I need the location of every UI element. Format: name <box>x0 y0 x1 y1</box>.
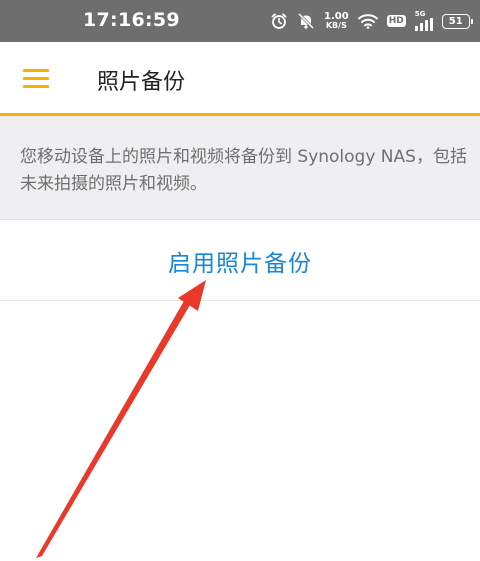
signal-icon: 5G <box>414 10 433 31</box>
battery-level: 51 <box>448 15 463 27</box>
net-speed: 1.00 KB/S <box>324 12 349 30</box>
hd-icon: HD <box>386 15 406 27</box>
battery-icon: 51 <box>441 13 473 29</box>
alarm-icon <box>270 12 288 30</box>
enable-photo-backup-label: 启用照片备份 <box>168 250 312 277</box>
signal-label: 5G <box>414 10 426 18</box>
app-bar: 照片备份 <box>0 42 480 116</box>
status-bar: 17:16:59 1.00 KB/S HD 5G 51 <box>0 0 480 42</box>
status-icons: 1.00 KB/S HD 5G 51 <box>270 8 473 34</box>
description-panel: 您移动设备上的照片和视频将备份到 Synology NAS，包括未来拍摄的照片和… <box>0 116 480 220</box>
page-title: 照片备份 <box>97 70 186 95</box>
hamburger-menu-icon[interactable] <box>23 69 49 89</box>
enable-photo-backup-button[interactable]: 启用照片备份 <box>0 221 480 301</box>
net-speed-unit: KB/S <box>325 21 347 30</box>
description-text: 您移动设备上的照片和视频将备份到 Synology NAS，包括未来拍摄的照片和… <box>20 147 467 194</box>
mute-icon <box>297 12 315 30</box>
wifi-icon <box>357 13 378 29</box>
status-time: 17:16:59 <box>83 9 180 31</box>
